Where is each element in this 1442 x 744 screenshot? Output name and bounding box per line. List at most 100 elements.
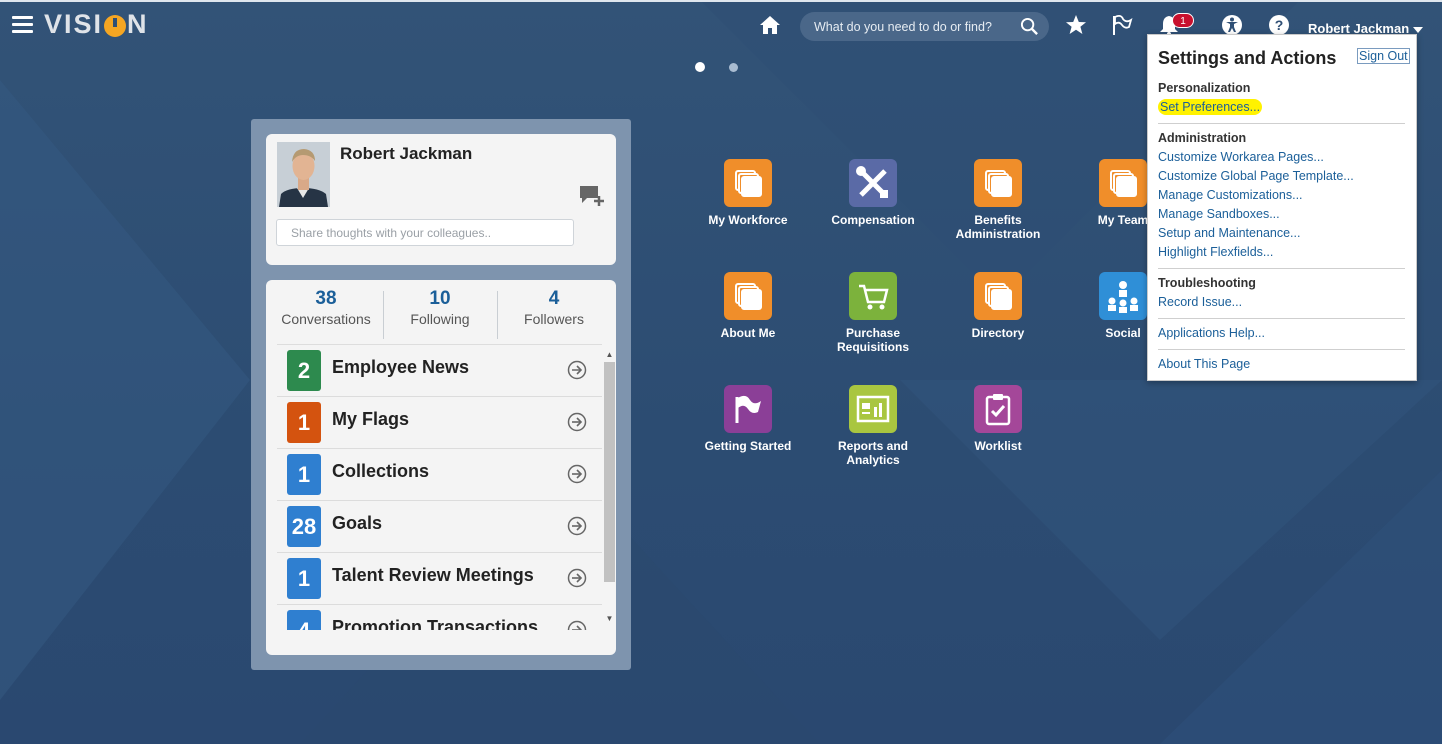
feed-count-badge: 1 [287, 558, 321, 599]
logo-text-start: VISI [44, 9, 104, 39]
feed-label: My Flags [332, 409, 410, 429]
add-post-icon[interactable] [579, 185, 605, 207]
stack-icon [724, 159, 772, 207]
stat-followers[interactable]: 4 Followers [504, 288, 604, 338]
menu-item-customize-workarea[interactable]: Customize Workarea Pages... [1158, 150, 1324, 164]
app-tile-purchase-requisitions[interactable]: Purchase Requisitions [813, 272, 933, 354]
carousel-dot-1[interactable] [695, 62, 705, 72]
feed-scrollbar[interactable]: ▲ ▼ [603, 348, 615, 630]
stat-divider [497, 291, 498, 339]
search-input[interactable] [814, 17, 1014, 36]
report-icon [849, 385, 897, 433]
stack-icon [974, 272, 1022, 320]
menu-item-manage-sandboxes[interactable]: Manage Sandboxes... [1158, 207, 1280, 221]
tile-label: Getting Started [704, 439, 792, 453]
stat-following[interactable]: 10 Following [390, 288, 490, 338]
home-icon[interactable] [759, 14, 781, 36]
app-tile-compensation[interactable]: Compensation [813, 159, 933, 227]
feed-label: Talent Review Meetings [332, 565, 534, 585]
stat-label: Following [410, 311, 470, 327]
feed-count-badge: 4 [287, 610, 321, 630]
app-tile-my-workforce[interactable]: My Workforce [688, 159, 808, 227]
svg-text:?: ? [1275, 17, 1284, 33]
tools-icon [849, 159, 897, 207]
scroll-thumb[interactable] [604, 362, 615, 582]
menu-item-highlight-flexfields[interactable]: Highlight Flexfields... [1158, 245, 1273, 259]
avatar[interactable] [277, 142, 330, 207]
menu-title: Settings and Actions [1158, 48, 1337, 68]
sign-out-button[interactable]: Sign Out [1357, 48, 1410, 64]
feed-label: Goals [332, 513, 383, 533]
feed-row[interactable]: 1 Talent Review Meetings [277, 553, 602, 605]
stack-icon [974, 159, 1022, 207]
profile-name[interactable]: Robert Jackman [340, 144, 472, 164]
scroll-up-arrow[interactable]: ▲ [604, 350, 615, 360]
menu-item-about-this-page[interactable]: About This Page [1158, 357, 1250, 371]
menu-divider [1158, 349, 1405, 350]
feed-label: Employee News [332, 357, 470, 377]
arrow-right-circle-icon[interactable] [567, 464, 587, 484]
app-tile-getting-started[interactable]: Getting Started [688, 385, 808, 453]
flag-icon[interactable] [1111, 14, 1133, 36]
feed-count-badge: 1 [287, 402, 321, 443]
arrow-right-circle-icon[interactable] [567, 568, 587, 588]
app-tile-benefits-administration[interactable]: Benefits Administration [938, 159, 1058, 241]
arrow-right-circle-icon[interactable] [567, 516, 587, 536]
clipboard-glyph [985, 394, 1011, 426]
menu-divider [1158, 123, 1405, 124]
avatar-photo [277, 142, 330, 207]
tile-label: About Me [720, 326, 776, 340]
section-troubleshooting: Troubleshooting [1158, 276, 1256, 290]
tile-label: Worklist [974, 439, 1022, 453]
feed-list: 2 Employee News 1 My Flags 1 Collections 28 Goa… [277, 344, 602, 630]
search-box [800, 12, 1049, 41]
social-panel: Robert Jackman 38 Conversations 10 Follo… [251, 119, 631, 670]
notification-badge[interactable]: 1 [1172, 13, 1194, 28]
scroll-down-arrow[interactable]: ▼ [604, 614, 615, 624]
arrow-right-circle-icon[interactable] [567, 620, 587, 630]
arrow-right-circle-icon[interactable] [567, 412, 587, 432]
feed-row[interactable]: 28 Goals [277, 501, 602, 553]
social-icon [1099, 272, 1147, 320]
tile-label: Compensation [831, 213, 915, 227]
tile-label: My Workforce [708, 213, 788, 227]
menu-item-set-preferences[interactable]: Set Preferences... [1158, 99, 1263, 115]
tile-stack-glyph [1110, 170, 1137, 197]
section-personalization: Personalization [1158, 81, 1251, 95]
vision-logo[interactable]: VISI N [44, 9, 149, 40]
feed-row[interactable]: 2 Employee News [277, 345, 602, 397]
stats-row: 38 Conversations 10 Following 4 Follower… [266, 288, 616, 339]
menu-item-customize-global-template[interactable]: Customize Global Page Template... [1158, 169, 1354, 183]
stat-value: 4 [548, 288, 560, 309]
feed-row[interactable]: 1 My Flags [277, 397, 602, 449]
star-icon[interactable] [1065, 14, 1087, 36]
menu-item-applications-help[interactable]: Applications Help... [1158, 326, 1265, 340]
share-thoughts-input[interactable] [276, 219, 574, 246]
app-tile-about-me[interactable]: About Me [688, 272, 808, 340]
search-icon[interactable] [1020, 17, 1039, 36]
menu-divider [1158, 318, 1405, 319]
cart-glyph [859, 284, 889, 310]
menu-divider [1158, 268, 1405, 269]
app-tile-reports-and-analytics[interactable]: Reports and Analytics [813, 385, 933, 467]
stack-icon [724, 272, 772, 320]
help-icon[interactable]: ? [1268, 14, 1290, 36]
arrow-right-circle-icon[interactable] [567, 360, 587, 380]
feed-row[interactable]: 4 Promotion Transactions [277, 605, 602, 630]
feed-count-badge: 2 [287, 350, 321, 391]
menu-item-manage-customizations[interactable]: Manage Customizations... [1158, 188, 1303, 202]
accessibility-icon[interactable] [1221, 14, 1243, 36]
menu-icon[interactable] [12, 16, 33, 33]
app-tile-directory[interactable]: Directory [938, 272, 1058, 340]
app-tile-worklist[interactable]: Worklist [938, 385, 1058, 453]
people-glyph [1108, 281, 1138, 313]
menu-item-record-issue[interactable]: Record Issue... [1158, 295, 1242, 309]
stat-conversations[interactable]: 38 Conversations [276, 288, 376, 338]
logo-text-end: N [127, 9, 149, 39]
feed-label: Collections [332, 461, 430, 481]
stat-label: Conversations [281, 311, 371, 327]
menu-item-setup-maintenance[interactable]: Setup and Maintenance... [1158, 226, 1300, 240]
feed-row[interactable]: 1 Collections [277, 449, 602, 501]
flag-glyph [735, 395, 761, 423]
carousel-dot-2[interactable] [729, 63, 738, 72]
